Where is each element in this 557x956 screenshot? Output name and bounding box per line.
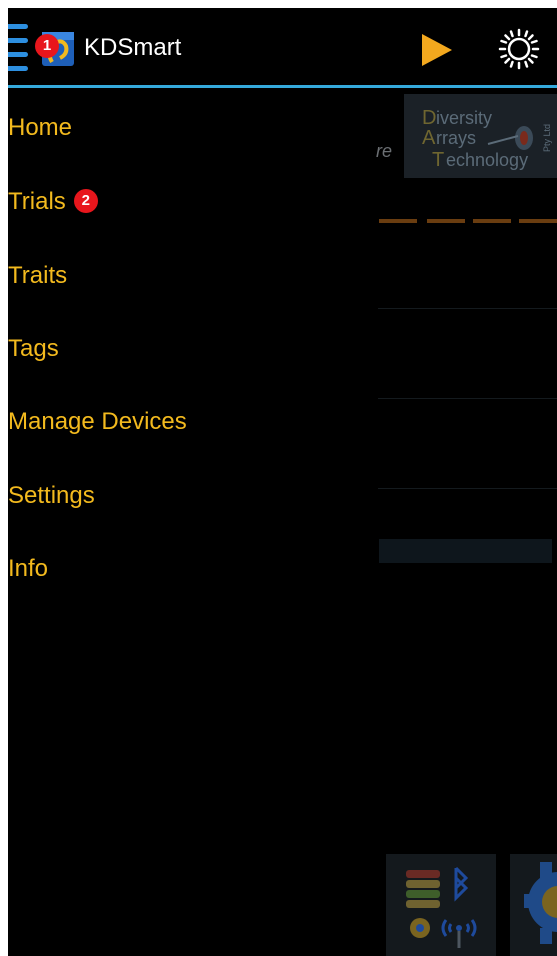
nav-item-trials[interactable]: Trials 2 (8, 188, 98, 216)
diversity-arrays-logo: D iversity A rrays T echnology Pty Ltd (404, 94, 557, 178)
nav-item-settings[interactable]: Settings (8, 482, 95, 510)
step-badge-2: 2 (73, 188, 98, 213)
svg-text:iversity: iversity (436, 108, 492, 128)
background-bar (379, 539, 552, 563)
navigation-drawer: Home Trials 2 Traits Tags Manage Devices … (8, 88, 368, 956)
nav-item-label: Traits (8, 262, 68, 289)
brightness-icon[interactable] (498, 28, 540, 70)
nav-item-label: Home (8, 114, 73, 141)
svg-text:echnology: echnology (446, 150, 528, 170)
svg-text:rrays: rrays (436, 128, 476, 148)
dash-divider (473, 219, 511, 223)
nav-item-home[interactable]: Home (8, 114, 72, 142)
app-title: KDSmart (84, 34, 182, 61)
action-bar: 1 KDSmart (8, 8, 557, 88)
svg-text:A: A (422, 127, 436, 149)
svg-text:Pty Ltd: Pty Ltd (542, 124, 552, 152)
list-divider (378, 488, 557, 489)
nav-item-info[interactable]: Info (8, 555, 48, 583)
list-divider (378, 398, 557, 399)
nav-item-label: Settings (8, 482, 95, 509)
svg-text:T: T (432, 149, 444, 171)
dash-divider (519, 219, 557, 223)
play-icon[interactable] (420, 34, 454, 66)
drawer-toggle-icon[interactable] (8, 24, 30, 72)
nav-item-manage-devices[interactable]: Manage Devices (8, 408, 187, 436)
list-divider (378, 308, 557, 309)
nav-item-label: Info (8, 555, 49, 582)
dash-divider (379, 219, 417, 223)
nav-item-traits[interactable]: Traits (8, 262, 67, 290)
nav-item-tags[interactable]: Tags (8, 335, 59, 363)
settings-tile[interactable] (510, 854, 557, 956)
nav-item-label: Trials (8, 188, 66, 215)
nav-item-label: Manage Devices (8, 408, 187, 435)
step-badge-1: 1 (35, 34, 59, 58)
database-icon (406, 866, 477, 948)
background-partial-text: re (376, 141, 393, 161)
svg-text:D: D (422, 107, 436, 129)
gear-icon (524, 862, 557, 944)
app-screen: D iversity A rrays T echnology Pty Ltd r… (8, 8, 557, 956)
device-tile[interactable] (386, 854, 496, 956)
dash-divider (427, 219, 465, 223)
nav-item-label: Tags (8, 335, 59, 362)
